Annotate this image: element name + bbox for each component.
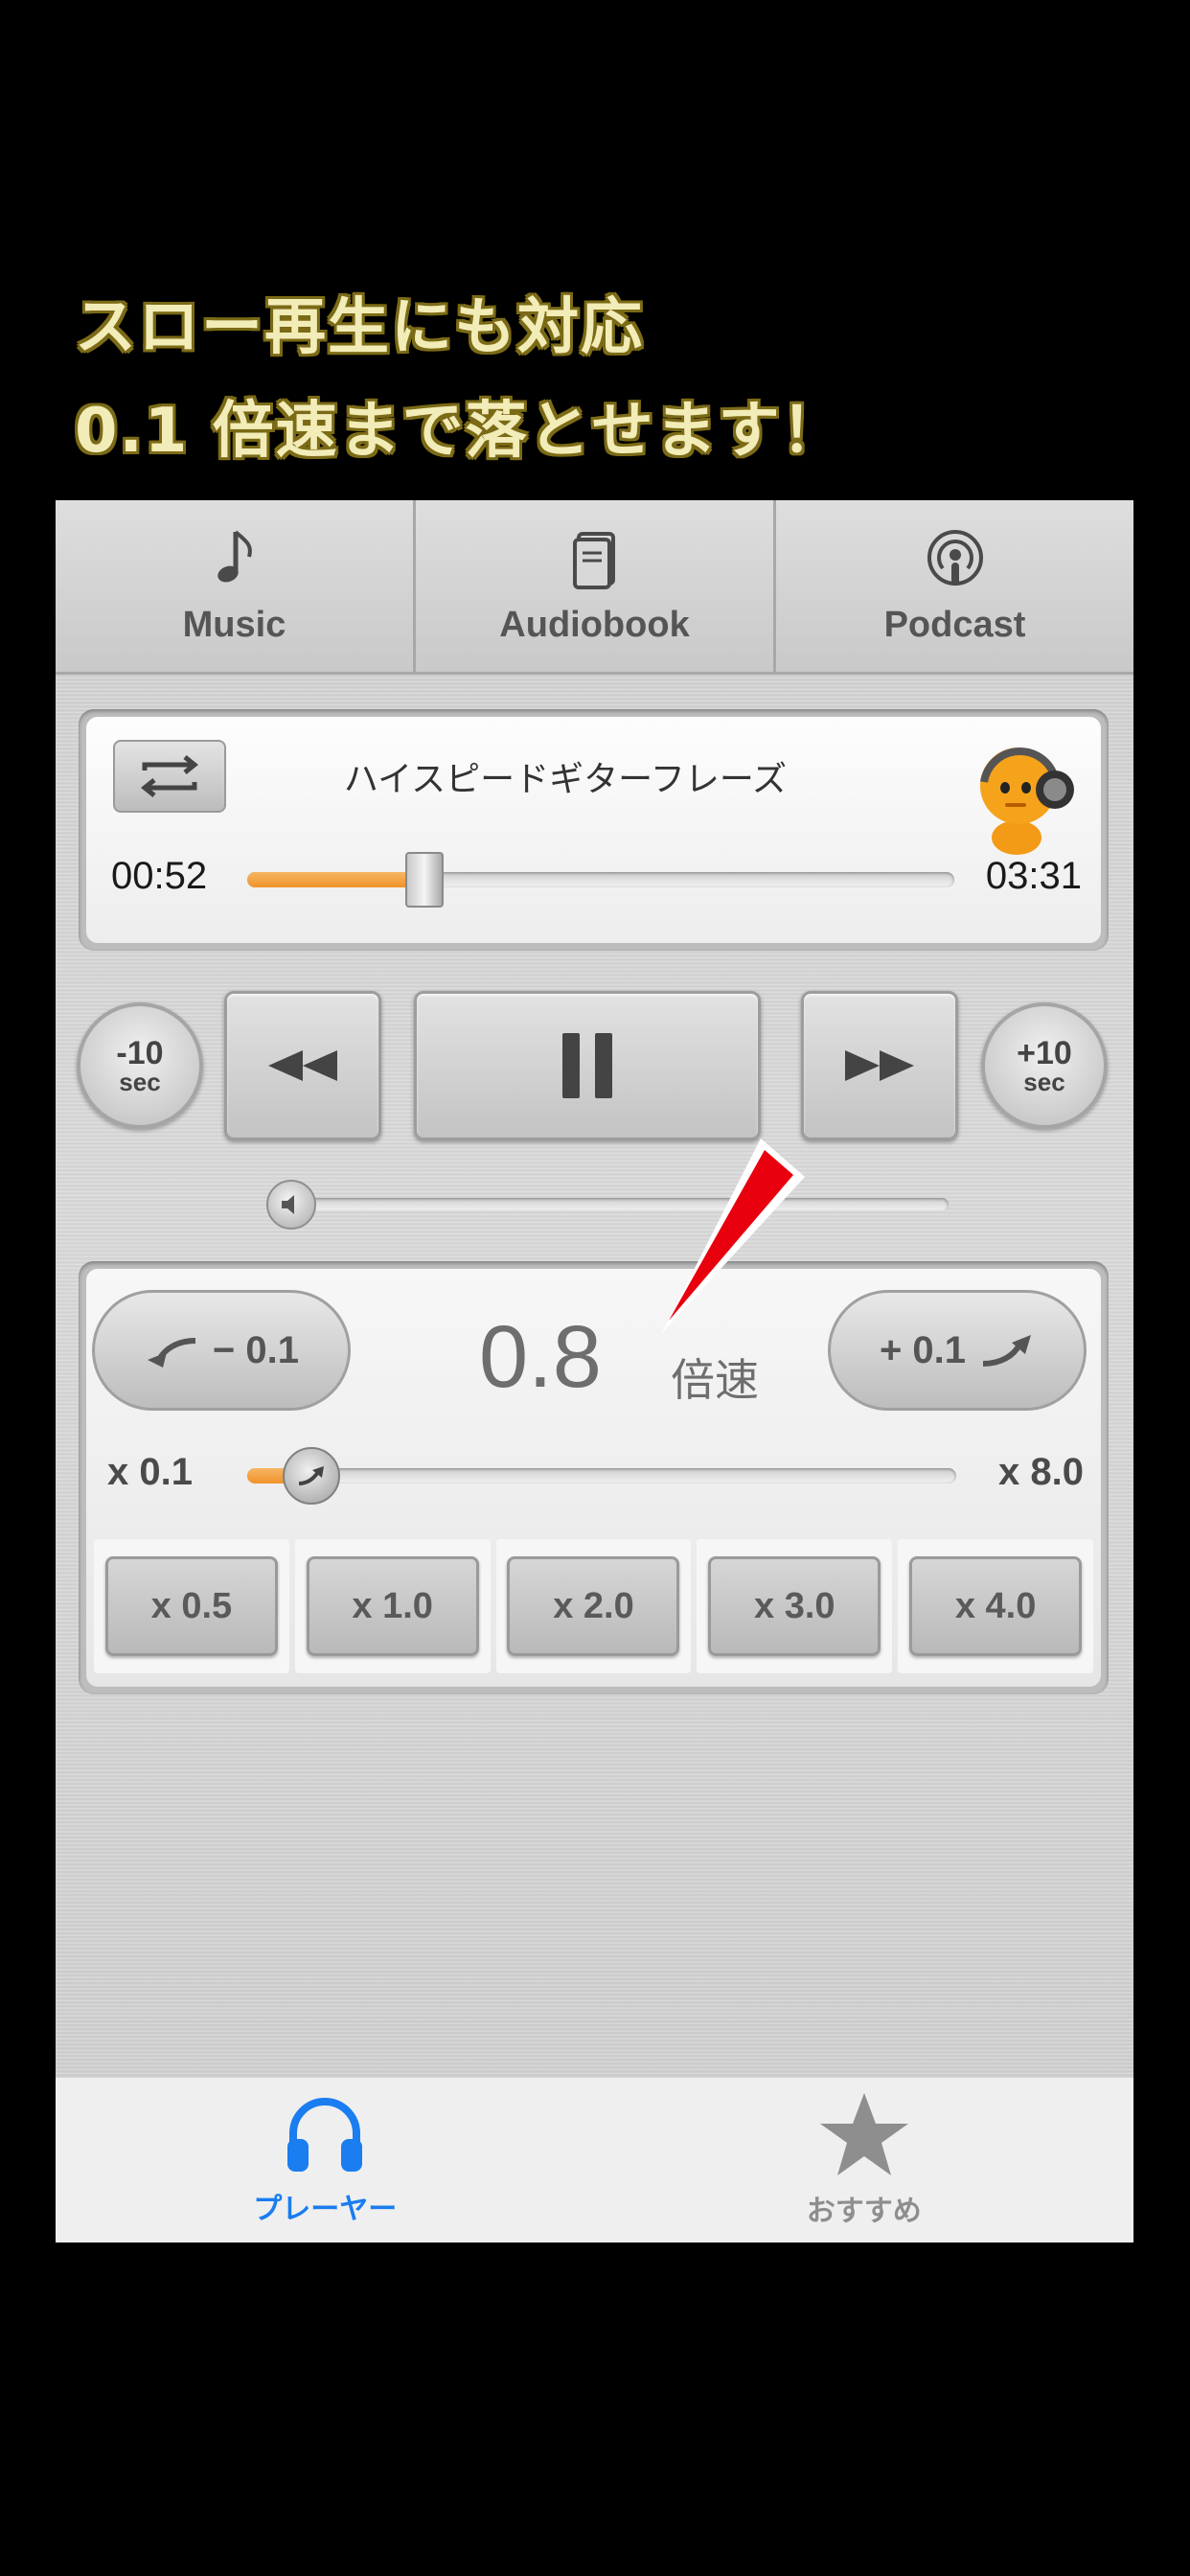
app-screen: Music Audiobook Podcast ハイスピードギターフレーズ 00… xyxy=(56,500,1133,2242)
back-10-sec-button[interactable]: -10 sec xyxy=(77,1002,203,1129)
curved-arrow-left-icon xyxy=(147,1338,196,1368)
rewind-icon xyxy=(268,1050,337,1081)
seek-slider[interactable] xyxy=(247,852,954,908)
bottom-tab-bar: プレーヤー おすすめ xyxy=(56,2077,1133,2242)
tab-player-label: プレーヤー xyxy=(253,2193,398,2226)
speed-increase-button[interactable]: + 0.1 xyxy=(828,1290,1087,1411)
book-icon xyxy=(572,532,615,589)
current-time: 00:52 xyxy=(111,855,208,897)
preset-4-0-button[interactable]: x 4.0 xyxy=(909,1556,1083,1656)
forward-10-sec-button[interactable]: +10 sec xyxy=(981,1002,1108,1129)
tab-audiobook-label: Audiobook xyxy=(499,605,690,645)
callout-arrow-icon xyxy=(661,1138,805,1334)
speed-presets: x 0.5 x 1.0 x 2.0 x 3.0 x 4.0 xyxy=(94,1539,1093,1673)
headphone-mascot-icon xyxy=(980,748,1074,855)
forward-10-unit: sec xyxy=(1023,1068,1065,1096)
promo-caption-line1: スロー再生にも対応 xyxy=(75,292,644,363)
speed-value: 0.8 xyxy=(479,1308,602,1406)
podcast-icon xyxy=(927,530,983,586)
promo-caption-line2: 0.1 倍速まで落とせます！ xyxy=(75,396,845,467)
page: スロー再生にも対応 0.1 倍速まで落とせます！ Music Audiobook… xyxy=(0,0,1190,2576)
repeat-icon xyxy=(140,755,199,797)
speed-thumb[interactable] xyxy=(283,1447,340,1505)
source-tabs: Music Audiobook Podcast xyxy=(56,500,1133,675)
now-playing-panel: ハイスピードギターフレーズ 00:52 03:31 xyxy=(79,709,1109,951)
preset-0-5-button[interactable]: x 0.5 xyxy=(104,1556,278,1656)
star-icon xyxy=(819,2093,908,2175)
curved-arrow-right-icon xyxy=(982,1335,1032,1367)
tab-player[interactable]: プレーヤー xyxy=(56,2078,595,2242)
back-10-label: -10 xyxy=(116,1035,164,1071)
pause-button[interactable] xyxy=(414,991,761,1140)
tab-podcast[interactable]: Podcast xyxy=(776,500,1133,675)
tab-music-label: Music xyxy=(182,605,286,645)
speed-decrease-button[interactable]: − 0.1 xyxy=(92,1290,351,1411)
speed-decrease-label: − 0.1 xyxy=(212,1328,300,1371)
speed-thumb-arrow-icon xyxy=(298,1466,324,1485)
preset-3-0-button[interactable]: x 3.0 xyxy=(708,1556,881,1656)
fast-forward-button[interactable] xyxy=(801,991,958,1140)
total-time: 03:31 xyxy=(985,855,1082,897)
tab-recommended-label: おすすめ xyxy=(806,2195,922,2228)
track-title: ハイスピードギターフレーズ xyxy=(343,760,788,799)
seek-thumb[interactable] xyxy=(405,852,444,908)
tab-podcast-label: Podcast xyxy=(883,605,1026,645)
pause-icon xyxy=(562,1033,612,1098)
seek-progress-fill xyxy=(247,872,424,887)
speed-max-label: x 8.0 xyxy=(998,1451,1084,1493)
speed-min-label: x 0.1 xyxy=(107,1451,193,1493)
music-note-icon xyxy=(217,530,252,583)
headphones-icon xyxy=(287,2098,363,2172)
repeat-button[interactable] xyxy=(113,740,226,813)
fast-forward-icon xyxy=(845,1050,914,1081)
speed-increase-label: + 0.1 xyxy=(879,1328,967,1371)
forward-10-label: +10 xyxy=(1017,1035,1072,1071)
tab-audiobook[interactable]: Audiobook xyxy=(416,500,776,675)
preset-2-0-button[interactable]: x 2.0 xyxy=(507,1556,680,1656)
volume-thumb[interactable] xyxy=(266,1180,316,1230)
speed-slider[interactable] xyxy=(247,1447,956,1505)
tab-recommended[interactable]: おすすめ xyxy=(595,2078,1134,2242)
rewind-button[interactable] xyxy=(224,991,381,1140)
tab-music[interactable]: Music xyxy=(56,500,416,675)
back-10-unit: sec xyxy=(119,1068,161,1096)
preset-1-0-button[interactable]: x 1.0 xyxy=(306,1556,479,1656)
speaker-icon xyxy=(282,1195,294,1214)
speed-unit: 倍速 xyxy=(671,1354,759,1406)
